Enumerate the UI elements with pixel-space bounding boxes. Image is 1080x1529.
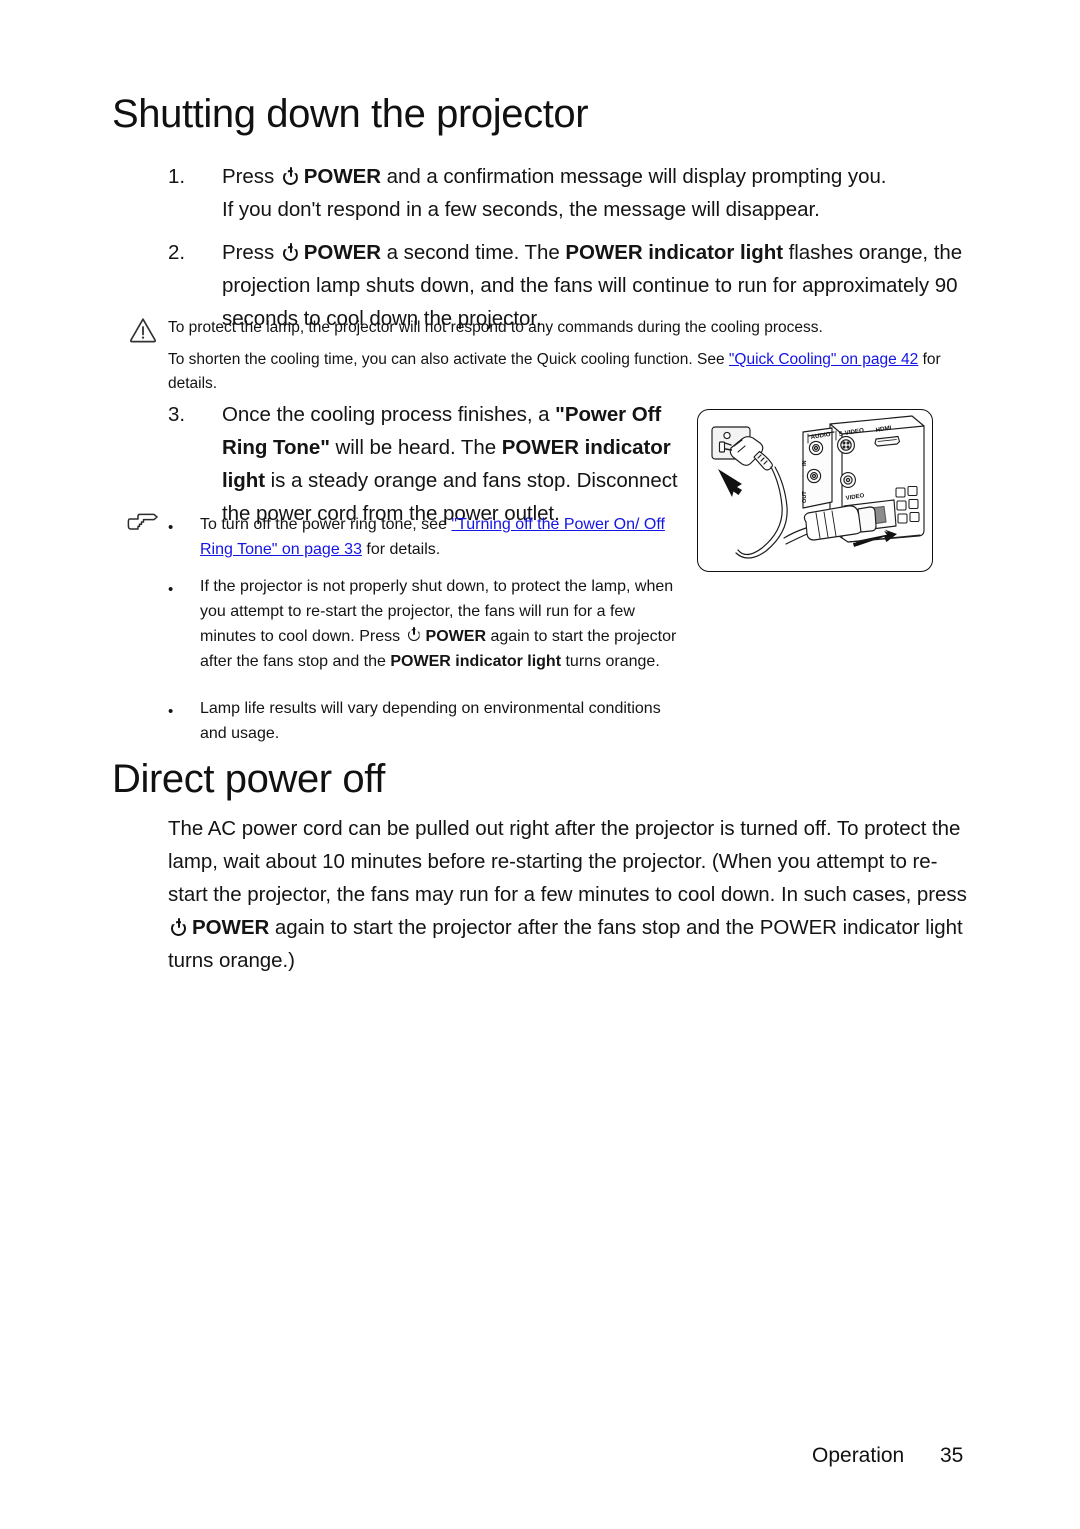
step-1-number: 1. [168,165,186,188]
step-1-text: Press POWER and a confirmation message w… [222,160,982,193]
tip-note-2-post: turns orange. [561,653,660,670]
power-cord-disconnect-diagram: AUDIO S-VIDEO HDMI IN OUT VIDEO [697,409,933,572]
tip-bullet-marker-2: • [168,581,174,598]
tip-note-2: If the projector is not properly shut do… [200,574,690,674]
page-title-shutting-down: Shutting down the projector [112,92,589,136]
power-icon [282,243,301,262]
warning-note-line2-pre: To shorten the cooling time, you can als… [168,351,729,368]
tip-bullet-marker-1: • [168,519,174,536]
pointing-hand-icon [127,513,158,530]
port-label-in: IN [802,460,808,466]
tip-note-2-indicator-label: POWER indicator light [390,653,562,670]
step-2-indicator-label: POWER indicator light [565,241,783,264]
step-1-power-label: POWER [303,165,381,188]
tip-note-1-pre: To turn off the power ring tone, see [200,516,452,533]
step-3-pre: Once the cooling process finishes, a [222,403,556,426]
tip-note-3: Lamp life results will vary depending on… [200,700,661,742]
power-icon [407,627,423,643]
direct-power-off-power-label: POWER [192,916,270,939]
step-1-line2: If you don't respond in a few seconds, t… [222,198,820,221]
footer-page-number: 35 [940,1444,964,1467]
power-icon [282,167,301,186]
power-icon [170,918,189,937]
quick-cooling-link[interactable]: "Quick Cooling" on page 42 [729,351,918,368]
direct-power-off-part2: again to start the projector after the f… [168,916,963,972]
step-3-text: Once the cooling process finishes, a "Po… [222,398,684,530]
step-2-mid: a second time. The [381,241,566,264]
direct-power-off-paragraph: The AC power cord can be pulled out righ… [168,812,968,977]
tip-note-1: To turn off the power ring tone, see "Tu… [200,512,680,562]
step-1-line1-rest: and a confirmation message will display … [381,165,887,188]
warning-note-line2: To shorten the cooling time, you can als… [168,348,970,396]
tip-note-1-post: for details. [361,541,441,558]
diagram-svg: AUDIO S-VIDEO HDMI IN OUT VIDEO [711,415,925,559]
warning-note-line1: To protect the lamp, the projector will … [168,319,823,336]
warning-triangle-icon [129,318,157,343]
step-2-power-label: POWER [303,241,381,264]
step-3-mid: will be heard. The [329,436,502,459]
tip-note-2-power-label: POWER [425,628,486,645]
direct-power-off-part1: The AC power cord can be pulled out righ… [168,817,967,906]
tip-bullet-marker-3: • [168,703,174,720]
step-1-press-label: Press [222,165,280,188]
step-2-press-label: Press [222,241,280,264]
footer-section-label: Operation [812,1444,905,1467]
step-2-number: 2. [168,241,186,264]
step-3-number: 3. [168,403,186,426]
port-label-out: OUT [802,491,808,503]
page-title-direct-power-off: Direct power off [112,757,385,801]
document-page: Shutting down the projector 1. Press POW… [0,0,1080,1529]
